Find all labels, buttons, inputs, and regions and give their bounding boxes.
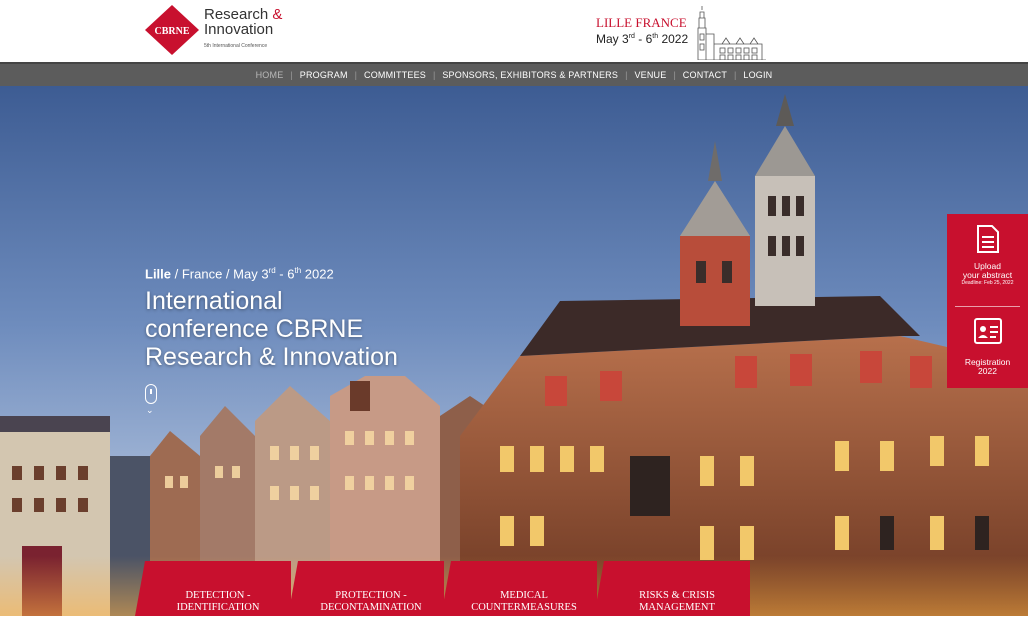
event-date: May 3rd - 6th 2022 xyxy=(596,32,689,46)
tab-medical-countermeasures[interactable]: MEDICAL COUNTERMEASURES xyxy=(441,561,597,616)
site-header: CBRNE Research & Innovation 5th Internat… xyxy=(0,0,1028,62)
chevron-down-icon[interactable]: ⌄ xyxy=(146,405,154,416)
logo-subtitle: 5th International Conference xyxy=(204,43,268,49)
nav-item-committees[interactable]: COMMITTEES xyxy=(357,70,433,80)
main-nav: HOME | PROGRAM | COMMITTEES | SPONSORS, … xyxy=(0,62,1028,86)
logo-wordmark: Research & Innovation xyxy=(204,7,282,37)
hero-title: International conference CBRNE Research … xyxy=(145,287,398,372)
scroll-down-mouse-icon[interactable] xyxy=(145,384,157,404)
registration-button[interactable]: Registration 2022 xyxy=(947,318,1028,376)
upload-label-line2: your abstract xyxy=(962,270,1013,280)
nav-item-program[interactable]: PROGRAM xyxy=(293,70,355,80)
logo-line2: Innovation xyxy=(204,21,274,38)
site-logo[interactable]: CBRNE Research & Innovation 5th Internat… xyxy=(145,5,325,55)
registration-label-line2: 2022 xyxy=(978,366,997,376)
event-info: LILLE FRANCE May 3rd - 6th 2022 xyxy=(596,15,696,47)
side-divider xyxy=(955,306,1020,307)
document-icon xyxy=(976,225,999,253)
logo-badge-text: CBRNE xyxy=(154,26,189,37)
lille-belfry-illustration-icon xyxy=(697,6,766,60)
bottom-strip xyxy=(0,616,1028,624)
side-quick-links: Upload your abstract Deadline: Feb 25, 2… xyxy=(947,214,1028,388)
cbrne-diamond-logo-icon: CBRNE xyxy=(145,5,199,55)
hero-event-meta: Lille / France / May 3rd - 6th 2022 xyxy=(145,266,334,282)
nav-item-sponsors[interactable]: SPONSORS, EXHIBITORS & PARTNERS xyxy=(435,70,625,80)
logo-ampersand: & xyxy=(272,6,283,23)
nav-item-venue[interactable]: VENUE xyxy=(627,70,673,80)
tab-risks-crisis-management[interactable]: RISKS & CRISIS MANAGEMENT xyxy=(594,561,750,616)
page: CBRNE Research & Innovation 5th Internat… xyxy=(0,0,1028,624)
id-card-icon xyxy=(973,318,1002,344)
tab-detection-identification[interactable]: DETECTION - IDENTIFICATION xyxy=(135,561,291,616)
upload-abstract-button[interactable]: Upload your abstract Deadline: Feb 25, 2… xyxy=(947,224,1028,287)
event-city: LILLE FRANCE xyxy=(596,15,687,30)
nav-item-home[interactable]: HOME xyxy=(249,70,291,80)
nav-item-contact[interactable]: CONTACT xyxy=(676,70,734,80)
upload-deadline: Deadline: Feb 25, 2022 xyxy=(961,280,1014,286)
nav-item-login[interactable]: LOGIN xyxy=(736,70,779,80)
tab-protection-decontamination[interactable]: PROTECTION - DECONTAMINATION xyxy=(288,561,444,616)
hero-text: Lille / France / May 3rd - 6th 2022 Inte… xyxy=(145,262,465,371)
hero-banner: Lille / France / May 3rd - 6th 2022 Inte… xyxy=(0,86,1028,616)
theme-tabs: DETECTION - IDENTIFICATION PROTECTION - DE… xyxy=(135,561,755,616)
